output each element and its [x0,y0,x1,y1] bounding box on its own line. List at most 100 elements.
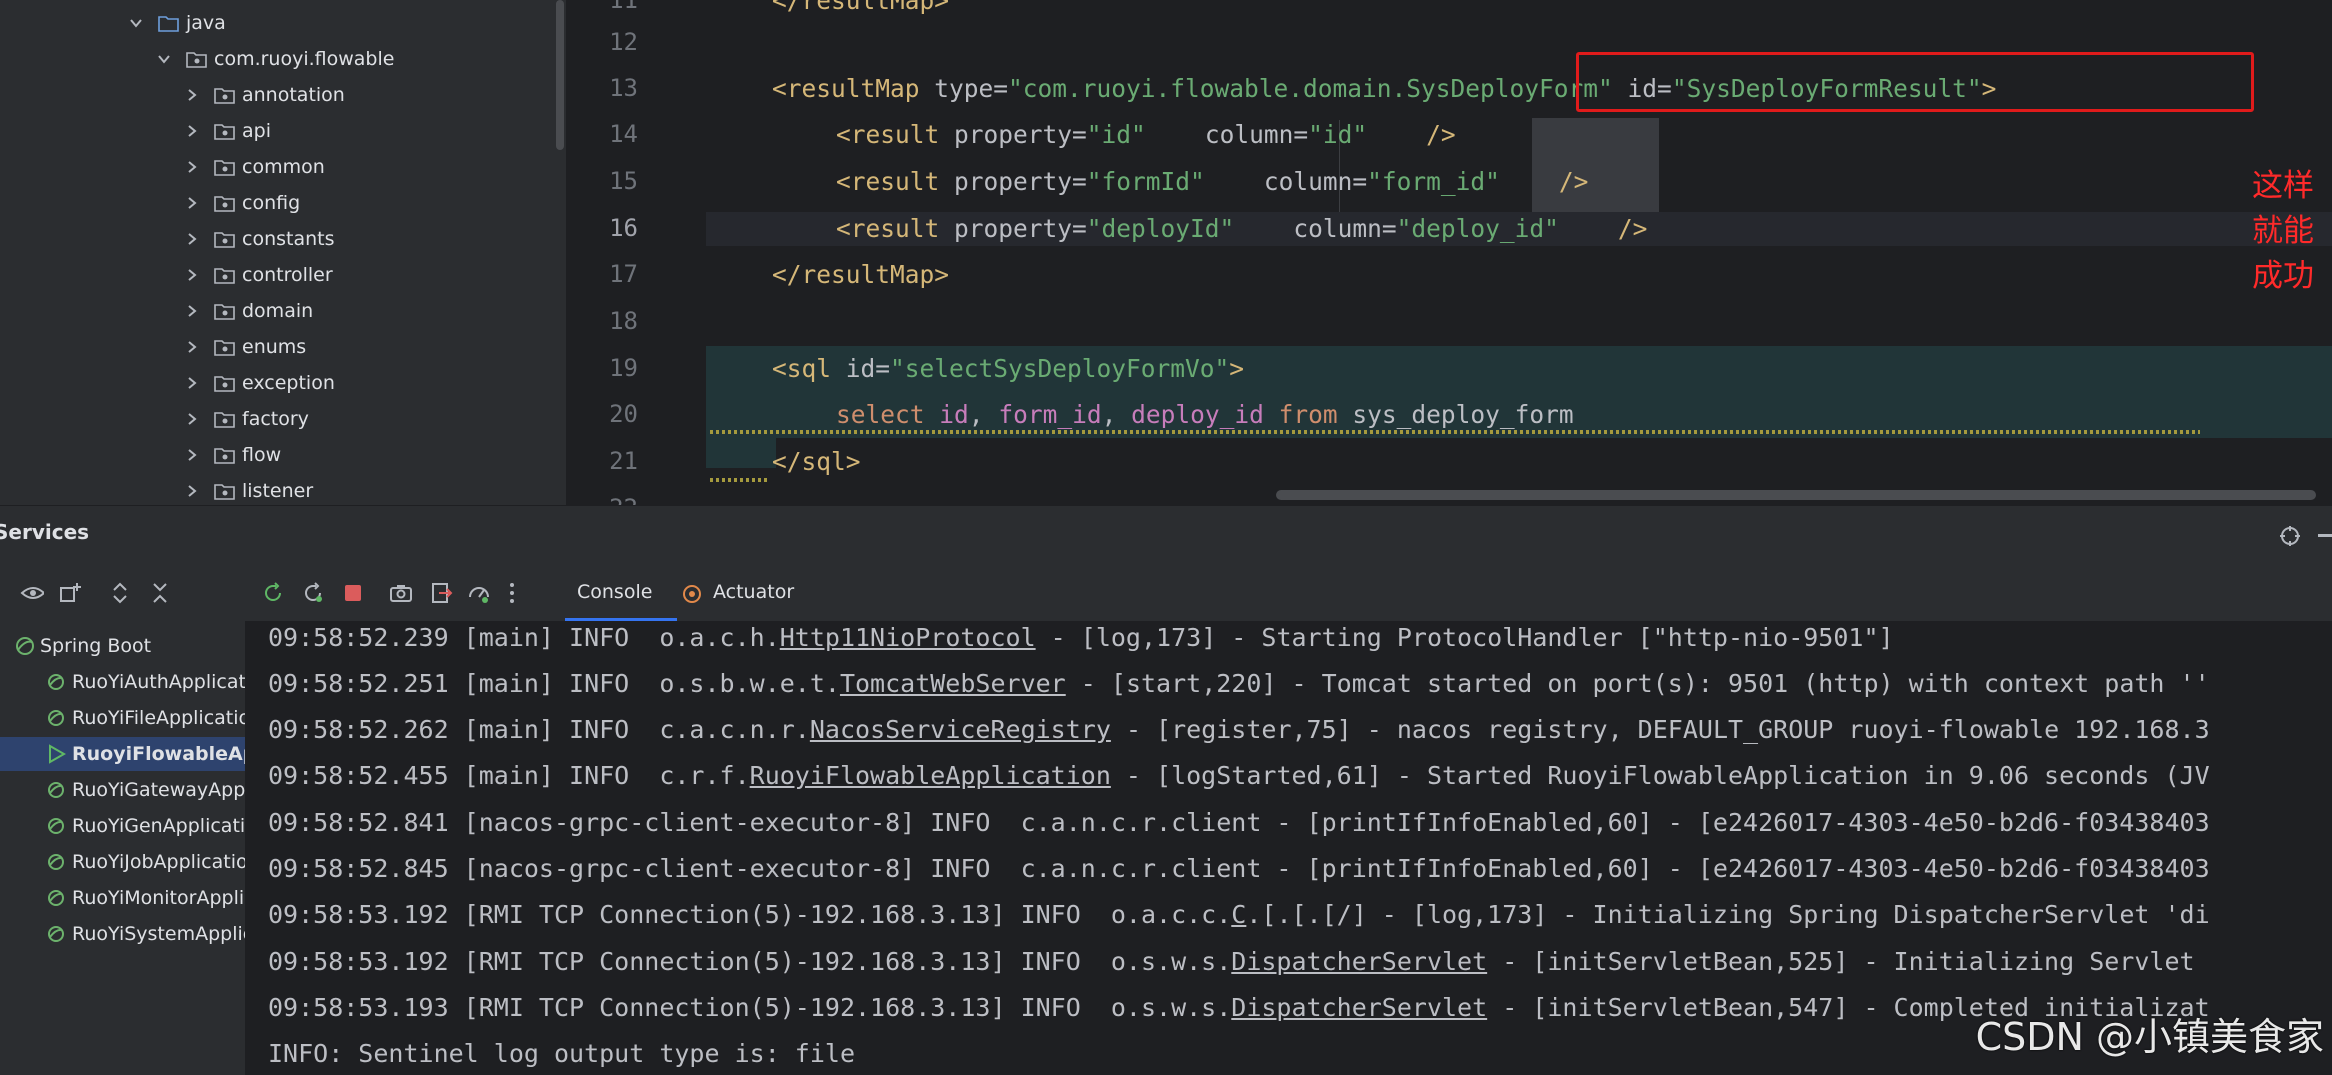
tab-actuator[interactable]: Actuator [713,581,794,603]
tree-item-factory[interactable]: factory [184,404,309,434]
services-root-spring-boot[interactable]: Spring Boot [14,629,259,663]
exit-icon[interactable] [429,581,453,605]
log-text: - [log,173] - Starting ProtocolHandler [… [1035,623,1894,652]
tree-item-domain[interactable]: domain [184,296,313,326]
line-number: 15 [609,167,638,195]
service-label: RuoYiJobApplication [72,851,245,873]
log-text: 09:58:53.193 [RMI TCP Connection(5)-192.… [268,993,1232,1022]
code-token: from [1278,400,1338,429]
log-text: 09:58:53.192 [RMI TCP Connection(5)-192.… [268,947,1232,976]
tree-item-common[interactable]: common [184,152,325,182]
log-line: 09:58:53.193 [RMI TCP Connection(5)-192.… [268,993,2210,1022]
tree-item-flow[interactable]: flow [184,440,281,470]
tree-item-config[interactable]: config [184,188,300,218]
package-icon [214,266,236,284]
rerun-icon[interactable] [261,581,285,605]
line-number: 11 [609,0,638,14]
tree-item-listener[interactable]: listener [184,476,313,505]
line-number: 18 [609,307,638,335]
code-token: column= [1293,214,1397,243]
tree-item-exception[interactable]: exception [184,368,335,398]
stop-icon[interactable] [341,581,365,605]
line-number: 20 [609,400,638,428]
tree-item-annotation[interactable]: annotation [184,80,345,110]
service-item[interactable]: RuoYiAuthApplication [0,665,245,699]
package-icon [214,122,236,140]
service-item-selected[interactable]: RuoyiFlowableApplication [0,737,245,771]
tree-item-java[interactable]: java [128,8,226,38]
tree-item-enums[interactable]: enums [184,332,306,362]
log-link[interactable]: C [1231,900,1246,929]
code-token: "id" [1086,120,1146,149]
code-token: <result [836,214,940,243]
service-label: RuoyiFlowableApplication [72,743,245,765]
more-icon[interactable] [2318,524,2332,548]
more-options-icon[interactable] [507,581,531,605]
log-text: 09:58:52.251 [main] INFO o.s.b.w.e.t. [268,669,840,698]
code-token: <resultMap [772,74,920,103]
code-line-16: <result property="deployId" column="depl… [836,214,1647,243]
collapse-all-icon[interactable] [148,581,172,605]
code-line-21: </sql> [772,447,861,476]
service-item[interactable]: RuoYiGenApplication [0,809,245,843]
log-link[interactable]: DispatcherServlet [1231,947,1487,976]
service-item[interactable]: RuoYiMonitorApplication [0,881,245,915]
code-token: "deploy_id" [1396,214,1559,243]
eye-icon[interactable] [20,581,44,605]
code-token: </resultMap> [772,260,950,289]
log-link[interactable]: RuoyiFlowableApplication [750,761,1111,790]
tab-console[interactable]: Console [577,581,652,603]
tree-item-api[interactable]: api [184,116,271,146]
service-item[interactable]: RuoYiGatewayApplication [0,773,245,807]
selection-highlight [1532,118,1659,212]
add-service-icon[interactable] [58,581,82,605]
tree-item-controller[interactable]: controller [184,260,333,290]
tree-item-label: api [242,120,271,142]
expand-all-icon[interactable] [108,581,132,605]
log-link[interactable]: DispatcherServlet [1231,993,1487,1022]
spring-app-icon [48,782,64,798]
code-token: <sql [772,354,832,383]
chevron-right-icon [184,159,200,175]
package-icon [214,338,236,356]
code-token: /> [1617,214,1648,243]
package-icon [186,50,208,68]
chevron-right-icon [184,123,200,139]
log-link[interactable]: Http11NioProtocol [780,623,1036,652]
code-token: column= [1263,167,1368,196]
log-link[interactable]: TomcatWebServer [840,669,1066,698]
code-token: "id" [1308,120,1368,149]
service-item[interactable]: RuoYiJobApplication [0,845,245,879]
package-icon [214,410,236,428]
camera-icon[interactable] [389,581,413,605]
console-toolbar: Console Actuator [245,563,2332,622]
package-icon [214,158,236,176]
spring-app-icon [48,926,64,942]
chevron-right-icon [184,303,200,319]
target-icon[interactable] [2278,524,2302,548]
sql-fragment-highlight [706,438,776,468]
service-item[interactable]: RuoYiFileApplication [0,701,245,735]
spring-app-icon [48,710,64,726]
line-gutter: 11 12 13 14 15 16 17 18 19 20 21 22 [566,0,706,505]
horizontal-scrollbar[interactable] [1276,490,2316,500]
tree-item-package[interactable]: com.ruoyi.flowable [156,44,394,74]
log-text: - [start,220] - Tomcat started on port(s… [1065,669,2210,698]
service-item[interactable]: RuoYiSystemApplication [0,917,245,951]
log-link[interactable]: NacosServiceRegistry [810,715,1111,744]
log-text: 09:58:53.192 [RMI TCP Connection(5)-192.… [268,900,1232,929]
tree-item-constants[interactable]: constants [184,224,335,254]
code-token: "form_id" [1367,167,1500,196]
gauge-icon[interactable] [467,581,491,605]
actuator-icon [683,585,701,603]
restart-icon[interactable] [301,581,325,605]
code-line-19: <sql id="selectSysDeployFormVo"> [772,354,1244,383]
log-line: 09:58:52.841 [nacos-grpc-client-executor… [268,808,2210,837]
tree-scrollbar[interactable] [556,0,564,150]
tree-item-label: enums [242,336,307,358]
line-number: 21 [609,447,638,475]
spring-app-icon [48,674,64,690]
code-editor[interactable]: 11 12 13 14 15 16 17 18 19 20 21 22 </re… [566,0,2332,505]
source-folder-icon [158,14,180,32]
line-number: 17 [609,260,638,288]
